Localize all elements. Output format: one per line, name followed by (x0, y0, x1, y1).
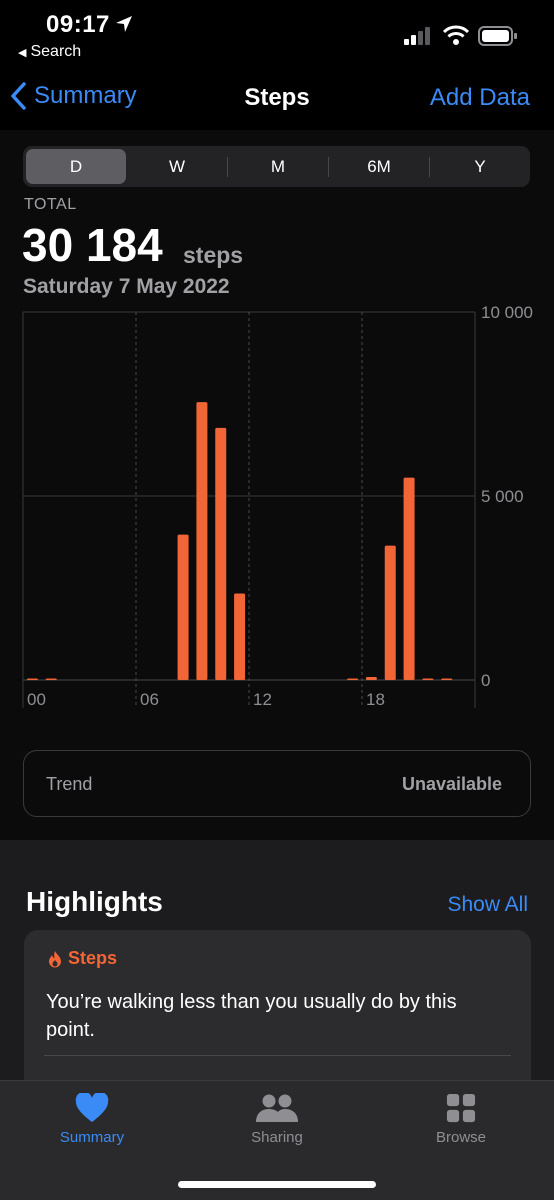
location-arrow-icon (116, 16, 132, 32)
back-button[interactable]: Summary (10, 82, 137, 110)
y-tick-label: 0 (481, 671, 490, 690)
signal-icon (404, 27, 430, 45)
chart-bar (403, 477, 415, 680)
highlight-category-label: Steps (68, 948, 118, 968)
chevron-left-icon (11, 82, 26, 110)
chart-bar (234, 593, 246, 680)
chart-bar (215, 427, 227, 680)
flame-icon (49, 950, 61, 967)
range-tab-6-months[interactable]: 6M (329, 149, 429, 184)
chart-bar (177, 534, 189, 680)
add-data-button[interactable]: Add Data (430, 84, 530, 112)
trend-value: Unavailable (401, 774, 502, 794)
y-tick-label: 5 000 (481, 487, 524, 506)
range-tab-year[interactable]: Y (430, 149, 530, 184)
range-tab-day[interactable]: D (26, 149, 126, 184)
range-tab-week[interactable]: W (127, 149, 227, 184)
tab-browse[interactable]: Browse (401, 1093, 521, 1146)
heart-icon (75, 1093, 109, 1122)
trend-label: Trend (46, 774, 93, 794)
highlight-category: Steps (48, 948, 117, 969)
total-steps-value: 30 184 (22, 219, 163, 271)
steps-panel: D W M 6M Y TOTAL 30 184 steps Saturday 7… (0, 130, 554, 840)
total-steps-unit: steps (183, 242, 244, 268)
total-label: TOTAL (24, 196, 77, 213)
chart-bar (365, 677, 377, 680)
highlight-text: You’re walking less than you usually do … (46, 991, 457, 1041)
chart-bar (422, 678, 434, 680)
x-tick-label: 12 (253, 690, 272, 709)
status-bar: 09:17 ◀ Search (0, 0, 554, 70)
navigation-bar: Summary Steps Add Data (0, 74, 554, 124)
home-indicator (178, 1181, 376, 1188)
divider (44, 1055, 511, 1056)
back-app-label: Search (30, 43, 82, 60)
y-tick-label: 10 000 (481, 303, 533, 322)
chart-bar (26, 678, 38, 680)
highlights-title: Highlights (26, 886, 163, 917)
tab-sharing[interactable]: Sharing (217, 1093, 337, 1146)
wifi-icon (443, 25, 469, 45)
chart-bar (441, 678, 453, 680)
grid-icon (446, 1093, 476, 1123)
tab-summary[interactable]: Summary (32, 1093, 152, 1146)
tab-browse-label: Browse (435, 1129, 487, 1146)
x-tick-label: 06 (140, 690, 159, 709)
tab-bar: Summary Sharing Browse (0, 1080, 554, 1200)
tab-summary-label: Summary (59, 1129, 125, 1146)
trend-card[interactable]: Trend Unavailable (23, 750, 531, 817)
range-tab-month[interactable]: M (228, 149, 328, 184)
steps-chart[interactable]: 10 0005 000000 06 12 18 (0, 300, 554, 720)
x-tick-label: 18 (366, 690, 385, 709)
x-tick-label: 00 (27, 690, 46, 709)
chart-bar (384, 545, 396, 680)
show-all-link[interactable]: Show All (447, 893, 528, 917)
selected-date: Saturday 7 May 2022 (23, 275, 230, 298)
status-time: 09:17 (46, 11, 110, 38)
back-to-app-link[interactable]: ◀ Search (18, 43, 81, 61)
range-selector: D W M 6M Y (23, 146, 530, 187)
chart-bar (196, 402, 208, 680)
chart-bar (347, 678, 359, 680)
chart-bar (45, 678, 57, 680)
back-triangle-icon: ◀ (18, 47, 27, 59)
tab-sharing-label: Sharing (251, 1129, 303, 1146)
battery-icon (478, 26, 517, 46)
people-icon (256, 1094, 298, 1122)
back-button-label: Summary (34, 82, 137, 109)
